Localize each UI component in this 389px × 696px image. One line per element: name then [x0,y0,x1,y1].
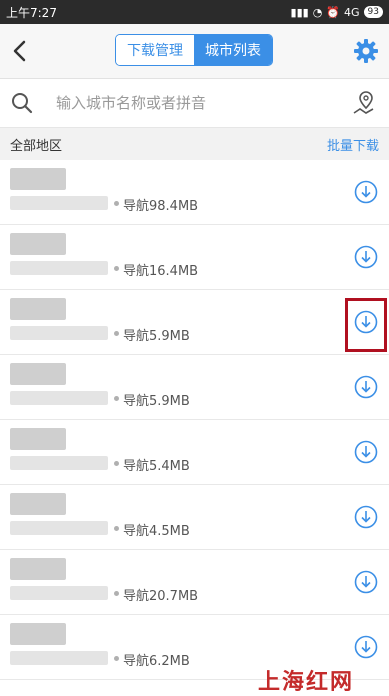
section-title: 全部地区 [10,138,63,154]
separator-dot [114,266,119,271]
list-item[interactable]: 导航4.5MB [0,485,389,550]
download-icon[interactable] [354,375,378,399]
city-name-blurred [10,168,66,190]
list-item[interactable]: 导航5.9MB [0,355,389,420]
size-label: 导航4.5MB [123,524,190,539]
download-icon[interactable] [354,180,378,204]
size-label: 导航5.9MB [123,329,190,344]
size-label: 导航20.7MB [123,589,199,604]
separator-dot [114,201,119,206]
network-label: 4G [344,5,360,19]
wifi-icon: ◔ [312,5,323,19]
separator-dot [114,396,119,401]
city-info-blurred [10,521,108,535]
download-icon[interactable] [354,245,378,269]
list-item[interactable]: 导航16.4MB [0,225,389,290]
city-name-blurred [10,233,66,255]
size-label: 导航16.4MB [123,264,199,279]
search-input[interactable] [56,89,336,117]
size-label: 导航6.2MB [123,654,190,669]
chevron-left-icon [13,40,26,62]
watermark: 上海红网 [258,669,355,695]
back-button[interactable] [6,36,34,66]
locate-button[interactable] [351,89,377,117]
gear-icon [354,39,378,63]
list-item[interactable]: 导航20.7MB [0,550,389,615]
nav-bar: 下载管理 城市列表 [0,24,389,79]
list-item[interactable]: 导航5.9MB [0,290,389,355]
separator-dot [114,331,119,336]
city-info-blurred [10,651,108,665]
separator-dot [114,591,119,596]
city-info-blurred [10,586,108,600]
status-bar: 上午7:27 ▮▮▮ ◔ ⏰ 4G 93 [0,0,389,24]
city-name-blurred [10,558,66,580]
search-icon [12,93,33,114]
download-icon[interactable] [354,570,378,594]
segment-control: 下载管理 城市列表 [115,34,273,66]
signal-icon: ▮▮▮ [290,5,309,19]
city-name-blurred [10,298,66,320]
separator-dot [114,656,119,661]
tab-download-manager[interactable]: 下载管理 [116,35,194,65]
city-info-blurred [10,196,108,210]
size-label: 导航98.4MB [123,199,199,214]
battery-icon: 93 [363,6,383,18]
city-name-blurred [10,363,66,385]
city-info-blurred [10,261,108,275]
highlight-box [345,298,387,352]
city-info-blurred [10,456,108,470]
size-label: 导航5.9MB [123,394,190,409]
city-info-blurred [10,326,108,340]
size-label: 导航5.4MB [123,459,190,474]
map-pin-icon [353,91,374,114]
list-item[interactable]: 导航98.4MB [0,160,389,225]
city-name-blurred [10,428,66,450]
separator-dot [114,461,119,466]
city-info-blurred [10,391,108,405]
list-item[interactable]: 导航5.4MB [0,420,389,485]
city-name-blurred [10,623,66,645]
batch-download-link[interactable]: 批量下载 [327,135,379,154]
download-icon[interactable] [354,635,378,659]
alarm-icon: ⏰ [326,5,341,19]
tab-city-list[interactable]: 城市列表 [194,35,272,65]
download-icon[interactable] [354,505,378,529]
status-icons: ▮▮▮ ◔ ⏰ 4G 93 [291,6,383,19]
city-name-blurred [10,493,66,515]
city-list: 导航98.4MB 导航16.4MB 导航5.9MB 导航5.9MB 导航5.4M… [0,160,389,680]
separator-dot [114,526,119,531]
section-header: 全部地区 批量下载 [0,128,389,160]
search-bar [0,79,389,128]
download-icon[interactable] [354,440,378,464]
status-time: 上午7:27 [6,5,57,20]
settings-button[interactable] [353,38,379,64]
